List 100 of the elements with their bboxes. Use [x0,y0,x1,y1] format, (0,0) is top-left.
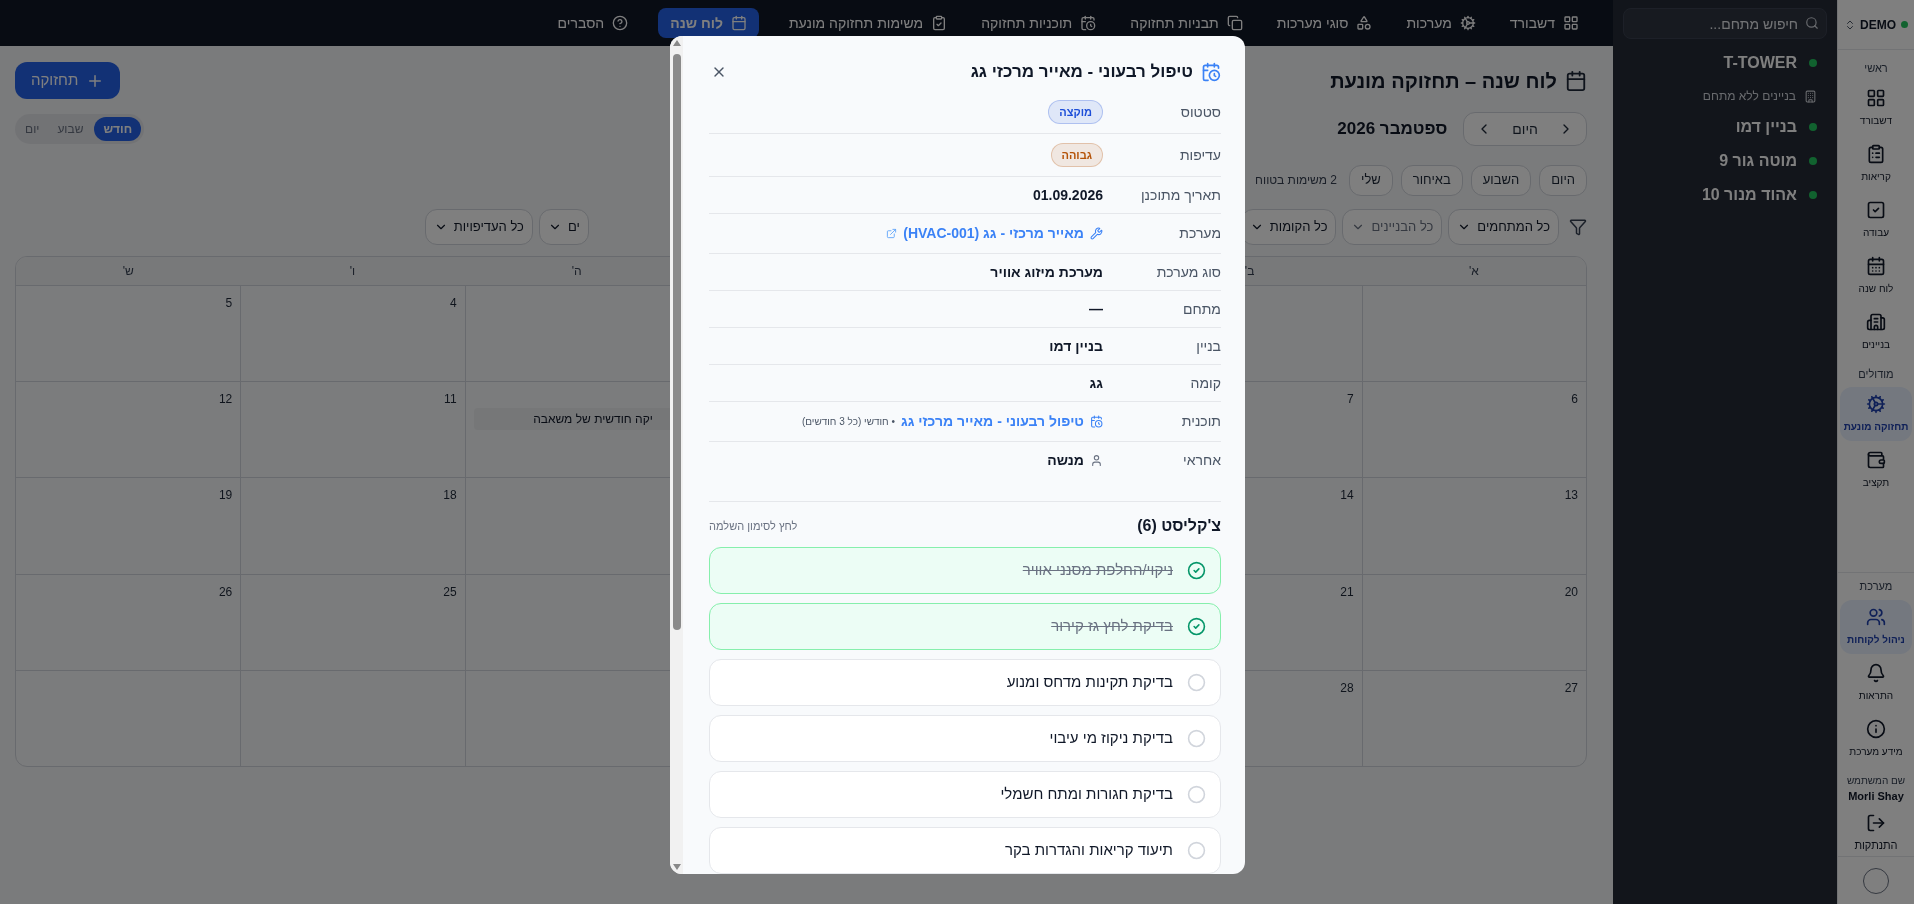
filter-icon[interactable] [1569,217,1587,236]
user-label: שם המשתמש [1846,773,1906,788]
field-value: מערכת מיזוג אוויר [990,262,1103,282]
check-circle-icon [1187,617,1206,636]
gear-icon [1866,394,1886,414]
nav-tab[interactable]: תבניות תחזוקה [1126,8,1247,38]
day-number: 5 [225,295,233,312]
group-header: בניינים ללא מתחם [1702,88,1796,105]
section-label: ראשי [1864,60,1888,76]
checklist-item[interactable]: בדיקת חגורות ומתח חשמלי [709,771,1221,818]
field-label: בניין [1195,336,1221,356]
shapes-icon [1356,15,1373,31]
logout-button[interactable]: התנתקות [1854,810,1898,856]
weekday-label: ב' [1244,263,1255,280]
filter-dropdown[interactable]: כל המתחמים [1448,208,1559,245]
day-number: 13 [1564,487,1578,505]
status-badge: מוקצה [1048,100,1103,124]
nav-tab[interactable]: תוכניות תחזוקה [977,8,1101,38]
user-icon [1090,454,1103,467]
sidebar-item[interactable]: דשבורד [1840,81,1912,135]
page-title: לוח שנה – תחזוקה מונעת [1330,68,1557,94]
wallet-icon [1866,450,1886,470]
day-number: 4 [449,295,457,312]
filter-dropdown[interactable]: כל העדיפויות [424,208,533,245]
calendar-clock-icon [1090,415,1103,428]
add-maintenance-button[interactable]: תחזוקה [15,62,121,99]
sidebar-item[interactable]: עבודה [1840,193,1912,247]
user-name: Morli Shay [1848,788,1904,804]
field-label: מתחם [1182,299,1221,319]
site-item[interactable]: T-TOWER [1633,51,1817,75]
weekday-label: ו' [349,263,356,280]
sidebar-item[interactable]: בניינים [1840,305,1912,359]
dialog-title: טיפול רבעוני - מאייר מרכזי גג [970,60,1193,83]
view-tab[interactable]: חודש [94,117,142,141]
building-item[interactable]: מוטה גור 9 [1633,149,1817,173]
day-number: 7 [1347,391,1354,409]
building-item[interactable]: אהוד מנור 10 [1633,183,1817,207]
checklist-item[interactable]: בדיקת ניקוז מי עיבוי [709,715,1221,762]
nav-tab[interactable]: סוגי מערכות [1272,8,1377,38]
nav-tab[interactable]: מערכות [1402,8,1480,38]
building-icon [1804,89,1817,103]
field-value: 01.09.2026 [1032,185,1103,205]
checklist-item[interactable]: ניקוי/החלפת מסנני אוויר [709,547,1221,594]
checklist-item[interactable]: בדיקת לחץ גז קירור [709,603,1221,650]
nav-tab[interactable]: דשבורד [1505,8,1583,38]
clipboard-list-icon [1866,144,1886,164]
view-tab[interactable]: שבוע [50,117,91,141]
empty-circle-icon [1187,841,1206,860]
wrench-icon [1090,227,1103,240]
day-number: 26 [218,583,233,601]
empty-circle-icon [1187,785,1206,804]
sidebar-item[interactable]: תקציב [1840,443,1912,497]
field-value: בניין דמו [1049,336,1103,356]
empty-circle-icon [1187,673,1206,692]
sidebar-item[interactable]: קריאות [1840,137,1912,191]
sidebar-item[interactable]: ניהול לקוחות [1840,599,1912,654]
field-label: מערכת [1178,224,1221,243]
day-number: 27 [1564,679,1578,697]
logout-icon [1866,812,1886,833]
info-icon [1866,718,1886,739]
sidebar-item[interactable]: מידע מערכת [1840,711,1912,766]
checklist-item[interactable]: תיעוד קריאות והגדרות בקר [709,827,1221,874]
field-label: אחראי [1182,451,1221,470]
search-field[interactable]: חיפוש מתחם... [1623,8,1827,39]
gear-icon [1459,15,1476,31]
quick-filter-chip[interactable]: השבוע [1470,164,1532,196]
field-label: קומה [1189,373,1221,393]
external-link-icon[interactable] [886,228,898,239]
checklist-item[interactable]: בדיקת תקינות מדחס ומנוע [709,659,1221,706]
view-tab[interactable]: יום [18,117,47,141]
section-label: מודולים [1858,366,1894,382]
workspace-switcher[interactable]: DEMO [1844,15,1896,34]
scroll-down-icon[interactable] [672,864,681,870]
nav-tab[interactable]: הסברים [553,8,633,38]
building-item[interactable]: בניין דמו [1633,115,1817,139]
field-label: תוכנית [1180,412,1221,431]
day-number: 12 [218,391,233,409]
plan-link[interactable]: טיפול רבעוני - מאייר מרכזי גג [900,411,1084,432]
quick-filter-chip[interactable]: היום [1539,164,1587,196]
scrollbar-thumb[interactable] [672,54,681,630]
sidebar-item[interactable]: תחזוקה מונעת [1840,387,1912,441]
calendar-icon [1565,69,1587,92]
sidebar-item[interactable]: לוח שנה [1840,249,1912,303]
today-button[interactable]: היום [1512,118,1538,140]
quick-filter-chip[interactable]: שלי [1349,164,1393,196]
field-label: סטטוס [1179,102,1221,122]
grid-icon [1866,88,1886,108]
empty-circle-icon [1187,729,1206,748]
scrollbar[interactable] [670,36,683,874]
search-icon [1805,16,1819,30]
nav-tab[interactable]: משימות תחזוקה מונעת [784,8,952,38]
calendar-clock-icon [1201,61,1221,82]
system-link[interactable]: מאייר מרכזי - גג (HVAC-001) [903,223,1084,244]
checkbox-icon [1866,200,1886,220]
quick-filter-chip[interactable]: באיחור [1400,164,1463,196]
nav-tab[interactable]: לוח שנה [658,8,759,38]
day-number: 14 [1340,487,1354,505]
filter-dropdown[interactable]: ים [538,208,589,245]
weekday-label: ה' [571,263,582,280]
sidebar-item[interactable]: התראות [1840,655,1912,710]
